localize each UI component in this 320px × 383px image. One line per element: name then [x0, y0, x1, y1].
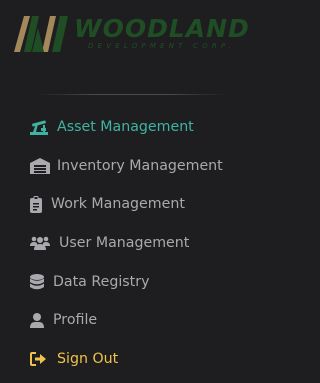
- nav-item-asset-management[interactable]: Asset Management: [0, 108, 264, 147]
- nav-item-label: Inventory Management: [57, 157, 223, 174]
- logo-mark-icon: [14, 16, 68, 52]
- company-logo[interactable]: WOODLAND DEVELOPMENT CORP.: [12, 12, 252, 56]
- user-icon: [30, 311, 48, 329]
- divider: [38, 94, 226, 95]
- nav-item-label: Sign Out: [57, 350, 119, 367]
- clipboard-icon: [30, 195, 46, 213]
- nav-item-inventory-management[interactable]: Inventory Management: [0, 147, 264, 186]
- sign-out-icon: [30, 350, 52, 368]
- logo-wordmark: WOODLAND: [74, 14, 250, 43]
- warehouse-icon: [30, 157, 52, 175]
- users-icon: [30, 234, 54, 252]
- database-icon: [30, 273, 48, 291]
- nav-item-sign-out[interactable]: Sign Out: [0, 340, 264, 379]
- logo-subtitle: DEVELOPMENT CORP.: [88, 42, 235, 50]
- nav-menu: Asset Management Inventory Management Wo…: [0, 108, 264, 378]
- nav-item-profile[interactable]: Profile: [0, 301, 264, 340]
- nav-item-work-management[interactable]: Work Management: [0, 185, 264, 224]
- pumpjack-icon: [30, 118, 52, 136]
- nav-item-user-management[interactable]: User Management: [0, 224, 264, 263]
- sidebar: WOODLAND DEVELOPMENT CORP. Asset Managem…: [0, 0, 264, 383]
- nav-item-label: Profile: [53, 312, 98, 329]
- nav-item-label: Data Registry: [53, 273, 150, 290]
- nav-item-label: Work Management: [51, 196, 185, 213]
- nav-item-data-registry[interactable]: Data Registry: [0, 262, 264, 301]
- nav-item-label: Asset Management: [57, 119, 194, 136]
- nav-item-label: User Management: [59, 235, 190, 252]
